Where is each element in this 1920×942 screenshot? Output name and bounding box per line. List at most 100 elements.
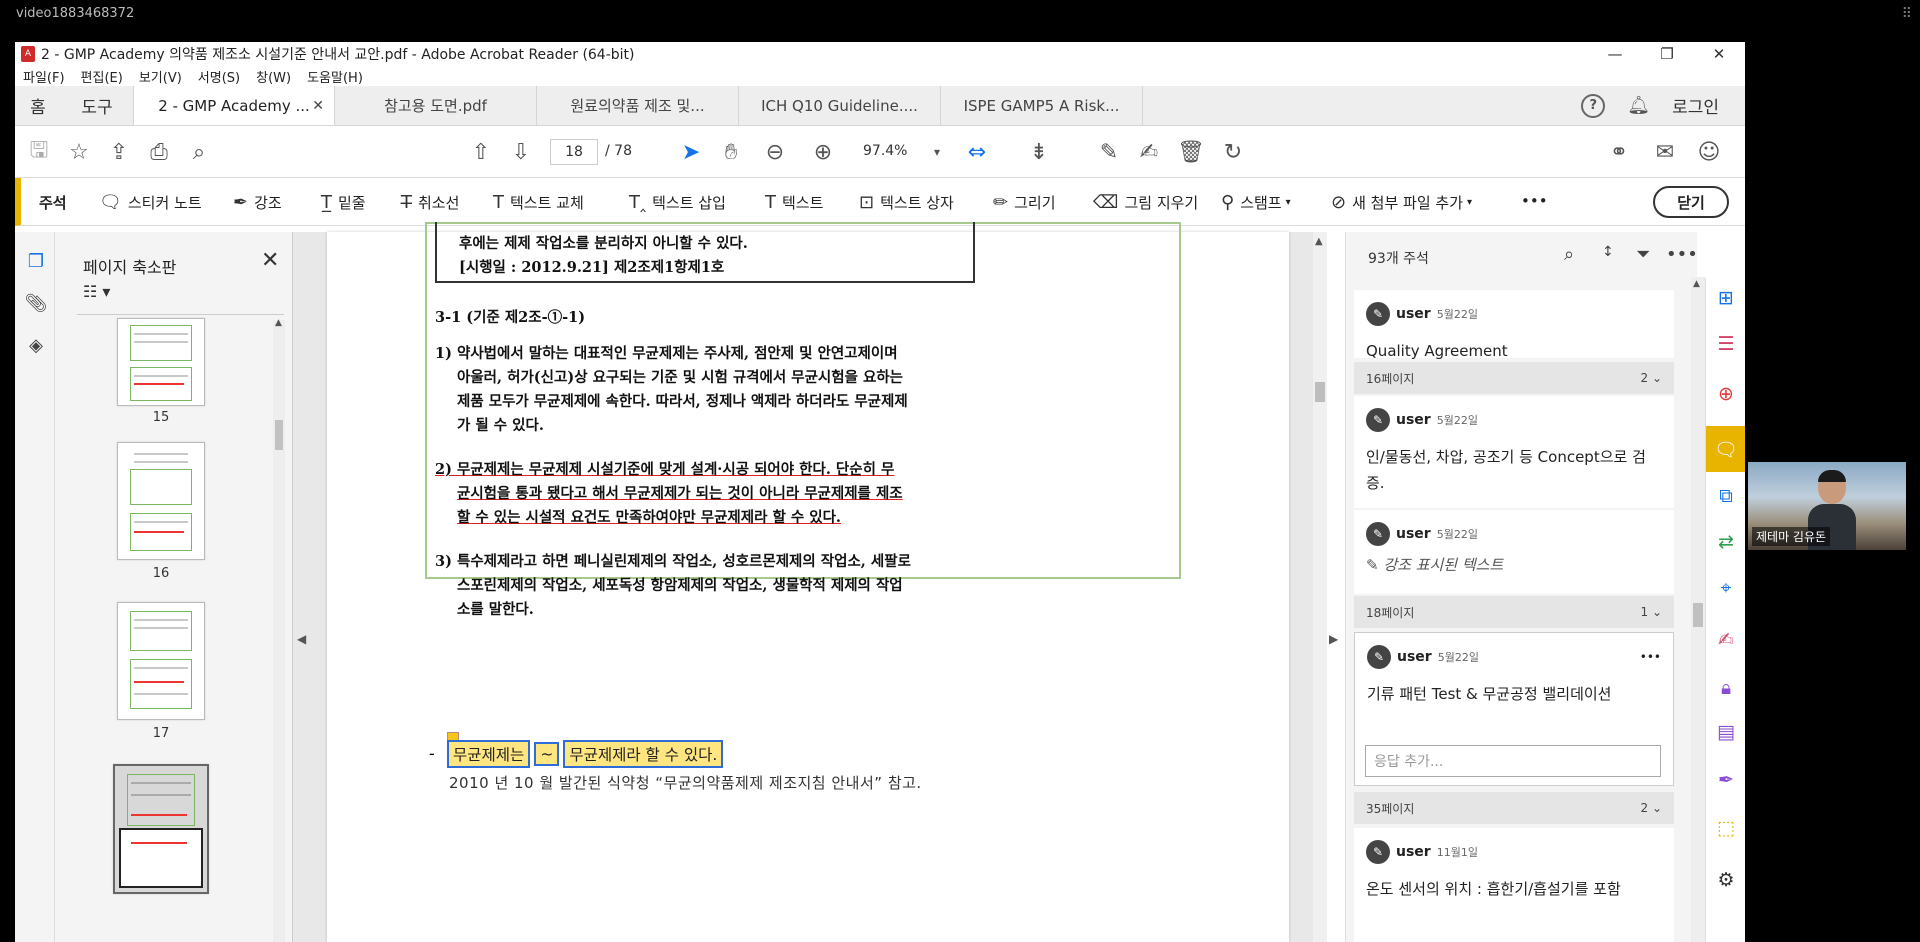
close-comment-button[interactable]: 닫기 bbox=[1653, 186, 1729, 218]
close-window-button[interactable]: ✕ bbox=[1693, 45, 1745, 63]
document-scrollbar[interactable]: ▲ bbox=[1313, 232, 1327, 942]
tab-home[interactable]: 홈 bbox=[15, 86, 61, 125]
stamp-rail-icon[interactable]: ⬚ bbox=[1712, 814, 1740, 842]
sticky-note-tool[interactable]: 🗨︎ 스티커 노트 bbox=[99, 192, 202, 213]
zoom-level[interactable]: 97.4% bbox=[863, 143, 907, 159]
highlight-tool[interactable]: ✒ 강조 bbox=[233, 192, 282, 213]
doc-tab[interactable]: ISPE GAMP5 A Risk... bbox=[941, 86, 1143, 125]
comment-section-header[interactable]: 18페이지 1 ⌄ bbox=[1354, 596, 1674, 628]
text-box-tool[interactable]: ⊡ 텍스트 상자 bbox=[859, 192, 954, 213]
draw-tool[interactable]: ✏ 그리기 bbox=[993, 192, 1056, 213]
doc-tab-active[interactable]: 2 - GMP Academy ... ✕ bbox=[133, 86, 335, 125]
reply-input[interactable]: 응답 추가... bbox=[1365, 745, 1661, 777]
prev-page-icon[interactable]: ⇧ bbox=[467, 138, 495, 166]
request-signature-icon[interactable]: ✒ bbox=[1712, 766, 1740, 794]
comment-section-header[interactable]: 35페이지 2 ⌄ bbox=[1354, 792, 1674, 824]
search-icon[interactable]: ⌕ bbox=[1564, 244, 1574, 265]
menu-sign[interactable]: 서명(S) bbox=[198, 67, 240, 86]
replace-text-tool[interactable]: T 텍스트 교체 bbox=[493, 192, 584, 213]
next-page-icon[interactable]: ⇩ bbox=[507, 138, 535, 166]
stamp-tool[interactable]: ⚲ 스탬프 ▾ bbox=[1221, 192, 1291, 213]
star-icon[interactable]: ☆ bbox=[65, 138, 93, 166]
search-icon[interactable]: ⌕ bbox=[185, 138, 213, 166]
scroll-up-icon[interactable]: ▲ bbox=[1693, 279, 1700, 289]
collapse-right-icon[interactable]: ▶ bbox=[1329, 632, 1338, 646]
redact-icon[interactable]: ▤ bbox=[1712, 718, 1740, 746]
link-icon[interactable]: ⚭ bbox=[1605, 138, 1633, 166]
comment-card-selected[interactable]: ✎ user 5월22일 ••• 기류 패턴 Test & 무균공정 밸리데이션 응답… bbox=[1354, 632, 1674, 786]
close-panel-icon[interactable]: ✕ bbox=[261, 248, 279, 273]
create-pdf-icon[interactable]: ⊞ bbox=[1712, 284, 1740, 312]
more-tools-rail-icon[interactable]: ⚙ bbox=[1712, 866, 1740, 894]
fill-sign-icon[interactable]: ✎ bbox=[1095, 138, 1123, 166]
page-thumbnail-16[interactable] bbox=[117, 442, 205, 560]
organize-pages-icon[interactable]: ☰ bbox=[1712, 330, 1740, 358]
protect-icon[interactable]: 🔒︎ bbox=[1712, 674, 1740, 702]
login-button[interactable]: 로그인 bbox=[1672, 93, 1719, 118]
comment-more-icon[interactable]: ••• bbox=[1640, 650, 1661, 664]
text-tool[interactable]: T 텍스트 bbox=[765, 192, 823, 213]
comment-card[interactable]: ✎ user 5월22일 Quality Agreement bbox=[1354, 290, 1674, 360]
menu-file[interactable]: 파일(F) bbox=[23, 67, 65, 86]
menu-window[interactable]: 창(W) bbox=[256, 67, 291, 86]
comment-card[interactable]: ✎ user 5월22일 ✎ 강조 표시된 텍스트 bbox=[1354, 510, 1674, 594]
scroll-up-icon[interactable]: ▲ bbox=[1315, 236, 1323, 247]
menu-edit[interactable]: 편집(E) bbox=[81, 67, 123, 86]
add-user-icon[interactable]: ☺ bbox=[1695, 138, 1723, 166]
fill-sign-rail-icon[interactable]: ✍ bbox=[1712, 626, 1740, 654]
scan-ocr-icon[interactable]: ⌖ bbox=[1712, 574, 1740, 602]
page-thumbnail-15[interactable] bbox=[117, 318, 205, 406]
rotate-icon[interactable]: ↻ bbox=[1219, 138, 1247, 166]
print-icon[interactable]: ⎙ bbox=[145, 138, 173, 166]
collapse-left-icon[interactable]: ◀ bbox=[297, 632, 306, 646]
filter-icon[interactable]: ⏷ bbox=[1636, 244, 1650, 265]
comment-card[interactable]: ✎ user 5월22일 인/물동선, 차압, 공조기 등 Concept으로 검증… bbox=[1354, 396, 1674, 508]
comment-tool-icon[interactable]: 🗨︎ bbox=[1706, 426, 1745, 472]
attach-file-tool[interactable]: ⊘ 새 첨부 파일 추가 ▾ bbox=[1331, 192, 1472, 213]
attachment-icon[interactable]: 📎︎ bbox=[23, 290, 49, 316]
strikethrough-tool[interactable]: T̶ 취소선 bbox=[401, 192, 459, 213]
select-cursor-icon[interactable]: ➤ bbox=[677, 138, 705, 166]
help-icon[interactable]: ? bbox=[1581, 93, 1606, 118]
comment-card[interactable]: ✎ user 11월1일 온도 센서의 위치 : 흡한기/흡설기를 포함 bbox=[1354, 828, 1674, 942]
mail-icon[interactable]: ✉ bbox=[1651, 138, 1679, 166]
insert-text-tool[interactable]: T‸ 텍스트 삽입 bbox=[629, 192, 726, 213]
bell-icon[interactable]: 🔔︎ bbox=[1627, 95, 1650, 116]
combine-files-icon[interactable]: ⧉ bbox=[1712, 482, 1740, 510]
highlight-annotation[interactable]: 무균제제는 ~ 무균제제라 할 수 있다. bbox=[447, 740, 724, 768]
zoom-out-icon[interactable]: ⊖ bbox=[761, 138, 789, 166]
page-number-input[interactable]: 18 bbox=[550, 139, 598, 165]
edit-pdf-icon[interactable]: ✍ bbox=[1135, 138, 1163, 166]
layers-icon[interactable]: ◈ bbox=[23, 332, 49, 358]
sort-icon[interactable]: ↕ bbox=[1602, 244, 1614, 260]
scroll-mode-icon[interactable]: ⇟ bbox=[1025, 138, 1053, 166]
underline-tool[interactable]: T̲ 밑줄 bbox=[321, 192, 366, 213]
comment-section-header[interactable]: 16페이지 2 ⌄ bbox=[1354, 362, 1674, 394]
thumbnail-options-icon[interactable]: ☷ ▾ bbox=[83, 282, 110, 301]
thumbnail-scrollbar[interactable]: ▲ bbox=[273, 318, 285, 942]
hand-tool-icon[interactable]: ✋︎ bbox=[717, 138, 745, 166]
page-thumbnail-18-selected[interactable] bbox=[113, 764, 209, 894]
scroll-up-icon[interactable]: ▲ bbox=[275, 318, 282, 328]
compare-files-icon[interactable]: ⇄ bbox=[1712, 528, 1740, 556]
page-fit-icon[interactable]: ⇔ bbox=[963, 138, 991, 166]
more-tools-icon[interactable]: ••• bbox=[1521, 192, 1548, 210]
minimize-button[interactable]: — bbox=[1589, 45, 1641, 63]
doc-tab[interactable]: 원료의약품 제조 및... bbox=[537, 86, 739, 125]
more-options-icon[interactable]: ••• bbox=[1666, 244, 1698, 265]
menu-view[interactable]: 보기(V) bbox=[139, 67, 182, 86]
doc-tab[interactable]: ICH Q10 Guideline.... bbox=[739, 86, 941, 125]
tab-tools[interactable]: 도구 bbox=[61, 86, 133, 125]
page-thumbnails-icon[interactable]: ❐ bbox=[23, 248, 49, 274]
page-thumbnail-17[interactable] bbox=[117, 602, 205, 720]
export-pdf-icon[interactable]: ⊕ bbox=[1712, 380, 1740, 408]
delete-icon[interactable]: 🗑︎ bbox=[1177, 138, 1205, 166]
chevron-down-icon[interactable]: ▾ bbox=[923, 138, 951, 166]
close-tab-icon[interactable]: ✕ bbox=[312, 98, 324, 114]
zoom-in-icon[interactable]: ⊕ bbox=[809, 138, 837, 166]
comments-scrollbar[interactable]: ▲ bbox=[1691, 277, 1705, 942]
restore-button[interactable]: ❐ bbox=[1641, 45, 1693, 63]
save-icon[interactable]: 🖫︎ bbox=[25, 138, 53, 166]
eraser-tool[interactable]: ⌫ 그림 지우기 bbox=[1093, 192, 1198, 213]
doc-tab[interactable]: 참고용 도면.pdf bbox=[335, 86, 537, 125]
